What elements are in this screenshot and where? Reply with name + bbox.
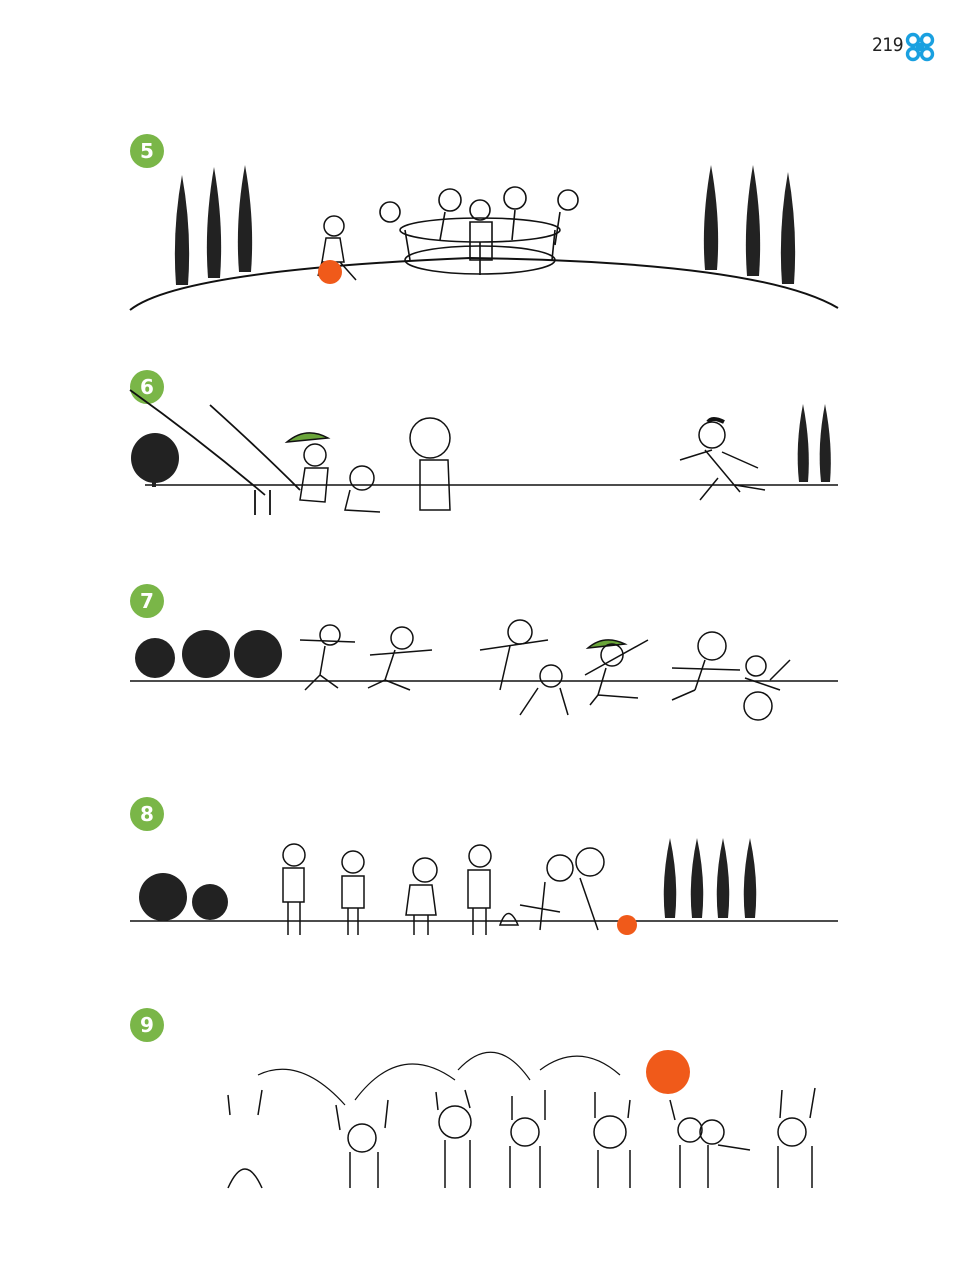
panel-7: 7 [0,580,969,750]
slide-scene [129,389,838,515]
running-race-scene [130,619,838,721]
orange-ball [617,915,637,935]
merry-go-round-scene [129,165,839,311]
running-children [299,619,791,721]
round-tree [131,433,179,487]
running-child [679,417,766,501]
cypress-trees [663,838,757,918]
cypress-trees-left [174,165,253,285]
children-with-raised-arms [227,1087,816,1189]
ball-passing-scene [227,1050,816,1189]
round-trees [139,873,228,921]
panel-5: 5 [0,0,969,330]
round-trees [135,630,282,678]
panel-8: 8 [0,790,969,950]
panel-6: 6 [0,360,969,540]
panel-9: 9 [0,1000,969,1200]
orange-ball [318,260,342,284]
orange-ball [646,1050,690,1094]
standing-children-scene [130,838,838,935]
cypress-trees-right [703,165,796,284]
children-at-slide [284,417,451,513]
ball-trajectory [257,1051,621,1106]
cypress-trees [797,404,831,482]
